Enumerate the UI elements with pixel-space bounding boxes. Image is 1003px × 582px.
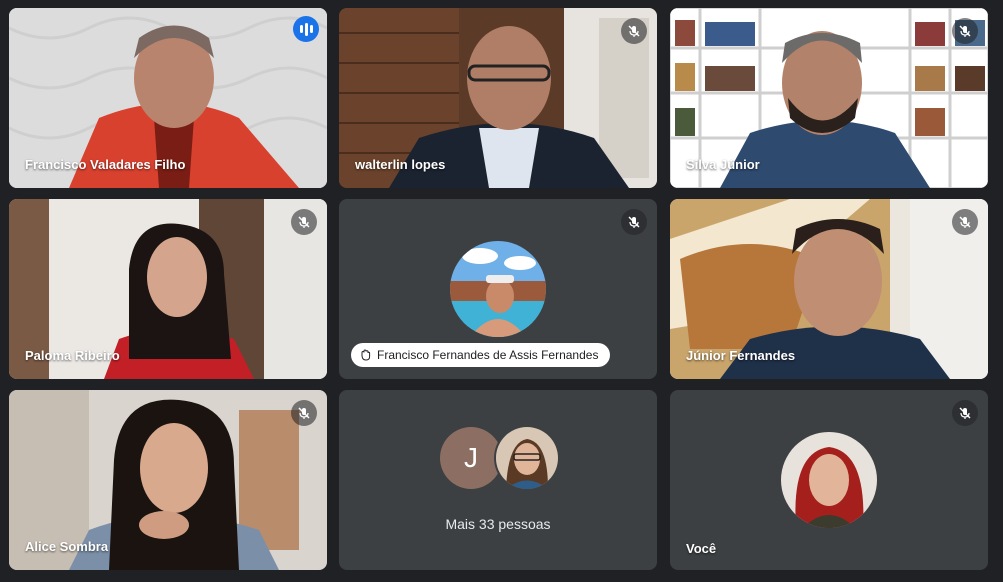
participant-name: Francisco Valadares Filho [25,157,186,172]
participant-name: Você [686,541,717,556]
others-count-label: Mais 33 pessoas [445,516,551,532]
mic-off-icon [952,400,978,426]
mic-off-icon [952,18,978,44]
mic-off-icon [291,209,317,235]
participant-name: Paloma Ribeiro [25,348,120,363]
raise-hand-icon [361,349,371,361]
participant-avatar [496,427,558,489]
speaking-indicator-icon [293,16,319,42]
participant-tile-silva-junior[interactable]: Silva Júnior [670,8,988,188]
mic-off-icon [621,18,647,44]
participant-name: Francisco Fernandes de Assis Fernandes [377,348,599,362]
participant-tile-paloma-ribeiro[interactable]: Paloma Ribeiro [9,199,327,379]
self-avatar [781,432,877,528]
self-tile[interactable]: Você [670,390,988,570]
participant-name-chip: Francisco Fernandes de Assis Fernandes [351,343,611,367]
participant-name: walterlin lopes [355,157,446,172]
participant-tile-junior-fernandes[interactable]: Júnior Fernandes [670,199,988,379]
participant-tile-walterlin-lopes[interactable]: walterlin lopes [339,8,657,188]
participant-name: Júnior Fernandes [686,348,796,363]
participant-name: Silva Júnior [686,157,760,172]
initial-avatar: J [440,427,502,489]
participant-tile-alice-sombra[interactable]: Alice Sombra [9,390,327,570]
participant-avatar [450,241,546,337]
mic-off-icon [952,209,978,235]
avatar-initial: J [464,442,478,473]
participant-tile-francisco-valadares[interactable]: Francisco Valadares Filho [9,8,327,188]
mic-off-icon [621,209,647,235]
participant-tile-francisco-fernandes[interactable]: Francisco Fernandes de Assis Fernandes [339,199,657,379]
others-tile[interactable]: J Mais 33 pessoas [339,390,657,570]
participant-name: Alice Sombra [25,539,109,554]
mic-off-icon [291,400,317,426]
